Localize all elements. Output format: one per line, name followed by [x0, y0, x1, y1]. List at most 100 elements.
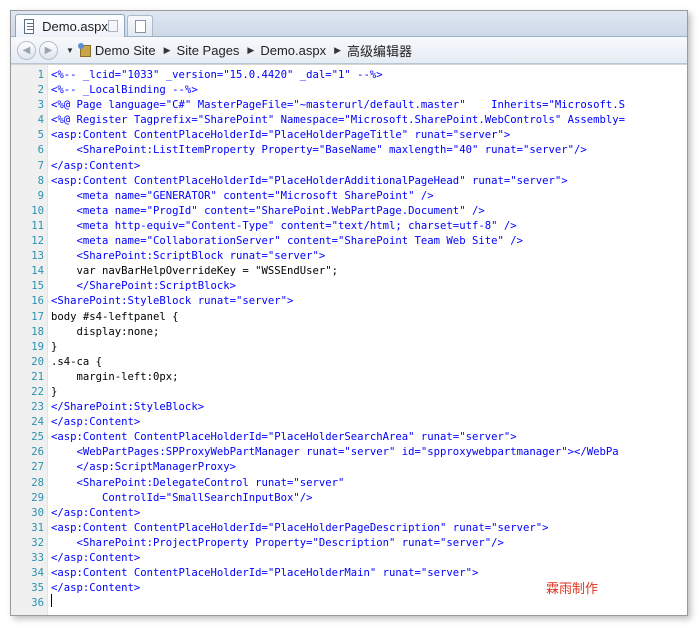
- line-number: 15: [31, 280, 44, 293]
- line-number: 10: [31, 204, 44, 217]
- code-text: <%@ Register Tagprefix="SharePoint" Name…: [51, 114, 626, 127]
- breadcrumb-separator-icon[interactable]: ▶: [164, 45, 171, 56]
- code-text: </asp:Content>: [51, 159, 141, 172]
- code-text: <SharePoint:DelegateControl runat="serve…: [51, 476, 345, 489]
- code-lines: 1 <%-- _lcid="1033" _version="15.0.4420" …: [11, 68, 687, 611]
- code-text: <asp:Content ContentPlaceHolderId="Place…: [51, 174, 568, 187]
- breadcrumb-root[interactable]: Demo Site: [74, 43, 156, 58]
- breadcrumb-item-demo-aspx[interactable]: Demo.aspx: [260, 43, 326, 58]
- line-number: 3: [37, 99, 44, 112]
- tab-close-icon[interactable]: [107, 20, 118, 32]
- code-line[interactable]: 24 </asp:Content>: [11, 415, 687, 430]
- code-line[interactable]: 15 </SharePoint:ScriptBlock>: [11, 279, 687, 294]
- code-line[interactable]: 31 <asp:Content ContentPlaceHolderId="Pla…: [11, 521, 687, 536]
- code-line[interactable]: 36: [11, 596, 687, 611]
- code-line[interactable]: 9 <meta name="GENERATOR" content="Micros…: [11, 189, 687, 204]
- code-text: </SharePoint:ScriptBlock>: [51, 280, 236, 293]
- breadcrumb-separator-icon[interactable]: ▶: [247, 45, 254, 56]
- code-text: }: [51, 340, 58, 353]
- code-line[interactable]: 8 <asp:Content ContentPlaceHolderId="Plac…: [11, 174, 687, 189]
- line-number: 31: [31, 521, 44, 534]
- new-tab-button[interactable]: [127, 15, 153, 36]
- line-number: 21: [31, 370, 44, 383]
- code-text: }: [51, 385, 58, 398]
- history-dropdown-icon[interactable]: ▼: [66, 46, 74, 55]
- code-line[interactable]: 7 </asp:Content>: [11, 159, 687, 174]
- code-text: display:none;: [51, 325, 160, 338]
- code-text: <%-- _LocalBinding --%>: [51, 84, 198, 97]
- code-text: <WebPartPages:SPProxyWebPartManager runa…: [51, 446, 619, 459]
- line-number: 24: [31, 416, 44, 429]
- code-text: margin-left:0px;: [51, 370, 179, 383]
- code-line[interactable]: 32 <SharePoint:ProjectProperty Property=…: [11, 536, 687, 551]
- code-line[interactable]: 17 body #s4-leftpanel {: [11, 310, 687, 325]
- code-line[interactable]: 16 <SharePoint:StyleBlock runat="server">: [11, 294, 687, 309]
- editor-window: Demo.aspx ◀ ▶ ▼ Demo Site ▶ Site Pages ▶…: [10, 10, 688, 616]
- code-line[interactable]: 33 </asp:Content>: [11, 551, 687, 566]
- breadcrumb-separator-icon[interactable]: ▶: [334, 45, 341, 56]
- line-number: 25: [31, 431, 44, 444]
- code-line[interactable]: 23 </SharePoint:StyleBlock>: [11, 400, 687, 415]
- code-line[interactable]: 14 var navBarHelpOverrideKey = "WSSEndUs…: [11, 264, 687, 279]
- code-line[interactable]: 18 display:none;: [11, 325, 687, 340]
- code-line[interactable]: 26 <WebPartPages:SPProxyWebPartManager r…: [11, 445, 687, 460]
- code-line[interactable]: 21 margin-left:0px;: [11, 370, 687, 385]
- line-number: 17: [31, 310, 44, 323]
- code-line[interactable]: 5 <asp:Content ContentPlaceHolderId="Plac…: [11, 128, 687, 143]
- code-line[interactable]: 12 <meta name="CollaborationServer" cont…: [11, 234, 687, 249]
- code-line[interactable]: 2 <%-- _LocalBinding --%>: [11, 83, 687, 98]
- line-number: 13: [31, 250, 44, 263]
- code-line[interactable]: 10 <meta name="ProgId" content="SharePoi…: [11, 204, 687, 219]
- code-line[interactable]: 3 <%@ Page language="C#" MasterPageFile="…: [11, 98, 687, 113]
- code-text: <%@ Page language="C#" MasterPageFile="~…: [51, 99, 626, 112]
- code-line[interactable]: 11 <meta http-equiv="Content-Type" conte…: [11, 219, 687, 234]
- line-number: 7: [37, 159, 44, 172]
- code-line[interactable]: 22}: [11, 385, 687, 400]
- back-button[interactable]: ◀: [17, 40, 36, 60]
- code-text: </asp:Content>: [51, 552, 141, 564]
- line-number: 11: [31, 219, 44, 232]
- line-number: 20: [31, 355, 44, 368]
- code-text: <SharePoint:StyleBlock runat="server">: [51, 295, 294, 308]
- line-number: 36: [31, 597, 44, 610]
- breadcrumb-root-label: Demo Site: [94, 42, 156, 58]
- line-number: 26: [31, 446, 44, 459]
- line-number: 22: [31, 385, 44, 398]
- code-editor[interactable]: 1 <%-- _lcid="1033" _version="15.0.4420" …: [11, 64, 687, 615]
- code-line[interactable]: 20 .s4-ca {: [11, 355, 687, 370]
- code-line[interactable]: 28 <SharePoint:DelegateControl runat="se…: [11, 476, 687, 491]
- code-line[interactable]: 29 ControlId="SmallSearchInputBox"/>: [11, 491, 687, 506]
- code-line[interactable]: 27 </asp:ScriptManagerProxy>: [11, 460, 687, 475]
- line-number: 30: [31, 506, 44, 519]
- forward-button[interactable]: ▶: [39, 40, 58, 60]
- code-text: </asp:Content>: [51, 582, 141, 595]
- code-text: <asp:Content ContentPlaceHolderId="Place…: [51, 431, 517, 444]
- code-line[interactable]: 13 <SharePoint:ScriptBlock runat="server…: [11, 249, 687, 264]
- line-number: 19: [31, 340, 44, 353]
- code-line[interactable]: 1 <%-- _lcid="1033" _version="15.0.4420" …: [11, 68, 687, 83]
- watermark-text: 霖雨制作: [546, 581, 599, 596]
- breadcrumb-item-site-pages[interactable]: Site Pages: [177, 43, 240, 58]
- code-text: </SharePoint:StyleBlock>: [51, 401, 205, 414]
- code-text: body #s4-leftpanel {: [51, 310, 179, 323]
- line-number: 9: [37, 189, 44, 202]
- code-line[interactable]: 19}: [11, 340, 687, 355]
- site-icon: [77, 43, 92, 57]
- tab-demo-aspx[interactable]: Demo.aspx: [15, 14, 125, 37]
- code-text: ControlId="SmallSearchInputBox"/>: [51, 491, 313, 504]
- line-number: 14: [31, 265, 44, 278]
- code-text: .s4-ca {: [51, 355, 103, 368]
- breadcrumb: ◀ ▶ ▼ Demo Site ▶ Site Pages ▶ Demo.aspx…: [11, 37, 687, 64]
- code-line[interactable]: 6 <SharePoint:ListItemProperty Property=…: [11, 143, 687, 158]
- breadcrumb-item-advanced-editor[interactable]: 高级编辑器: [347, 41, 412, 60]
- line-number: 35: [31, 582, 44, 595]
- code-line[interactable]: 4 <%@ Register Tagprefix="SharePoint" Nam…: [11, 113, 687, 128]
- code-line[interactable]: 25 <asp:Content ContentPlaceHolderId="Pla…: [11, 430, 687, 445]
- code-text: <meta name="CollaborationServer" content…: [51, 235, 523, 248]
- line-number: 32: [31, 536, 44, 549]
- tab-bar: Demo.aspx: [11, 11, 687, 37]
- code-line[interactable]: 30 </asp:Content>: [11, 506, 687, 521]
- line-number: 28: [31, 476, 44, 489]
- line-number: 1: [37, 69, 44, 81]
- code-text: <asp:Content ContentPlaceHolderId="Place…: [51, 129, 511, 142]
